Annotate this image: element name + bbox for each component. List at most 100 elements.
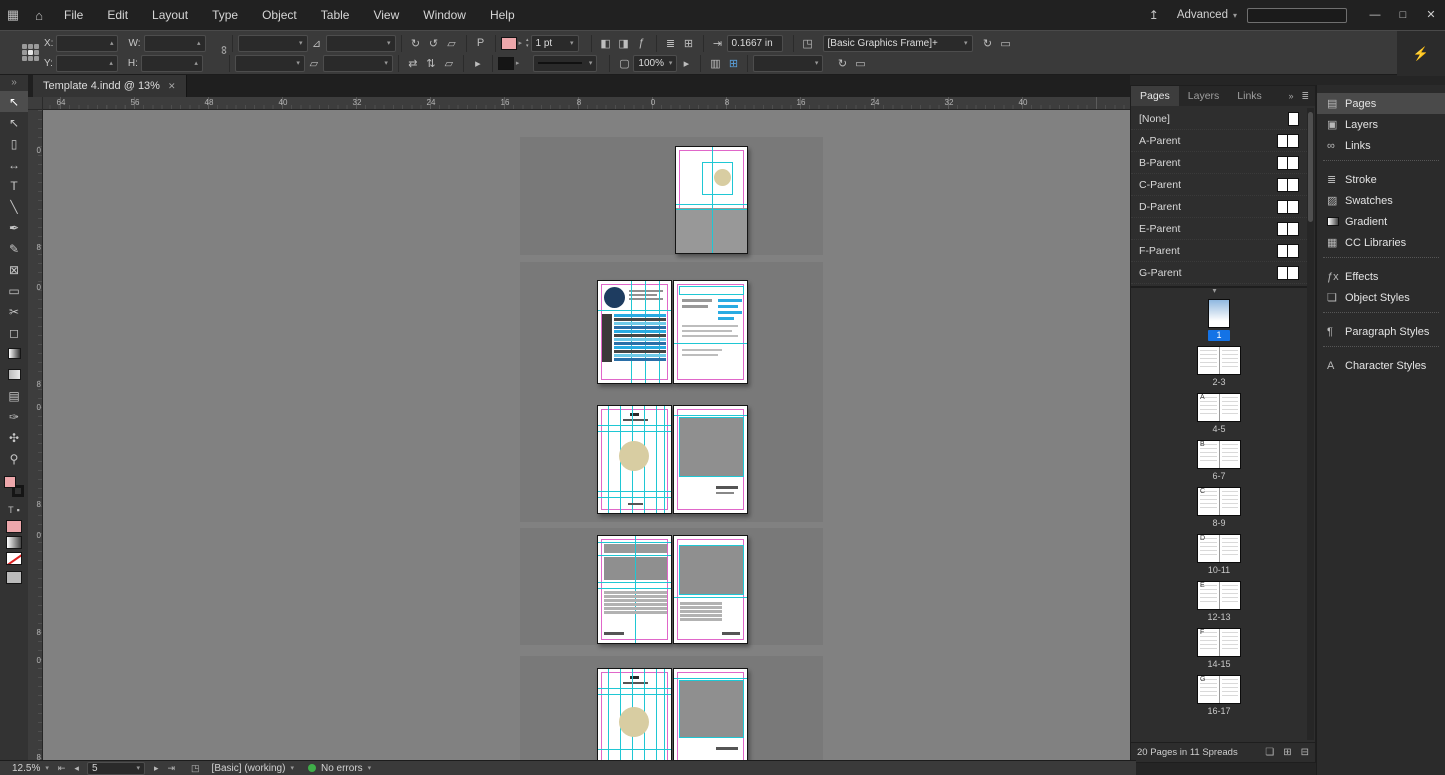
apply-none-button[interactable] — [6, 552, 22, 565]
horizontal-ruler[interactable]: 6456484032241680816243240 — [28, 97, 1130, 110]
stroke-caret-icon[interactable]: ▸ — [516, 59, 520, 67]
menu-item-window[interactable]: Window — [411, 0, 478, 30]
line-tool-icon[interactable]: ╲ — [0, 196, 28, 217]
stepper-icon[interactable]: ▴ — [107, 39, 114, 47]
apply-color-button[interactable] — [6, 520, 22, 533]
collapse-tools-icon[interactable]: » — [0, 75, 28, 91]
first-page-button[interactable]: ⇤ — [58, 763, 66, 774]
dock-item-paragraph-styles[interactable]: ¶Paragraph Styles — [1317, 321, 1445, 342]
caret-down-icon[interactable]: ▾ — [293, 59, 300, 67]
menu-item-layout[interactable]: Layout — [140, 0, 200, 30]
caret-down-icon[interactable]: ▾ — [296, 39, 303, 47]
flip-horizontal-icon[interactable]: ⇄ — [404, 57, 422, 70]
home-icon[interactable]: ⌂ — [26, 8, 52, 23]
gradient-feather-tool-icon[interactable] — [0, 364, 28, 385]
parent-page-row[interactable]: C-Parent — [1131, 174, 1307, 196]
next-page-button[interactable]: ▸ — [154, 763, 159, 774]
menu-item-table[interactable]: Table — [309, 0, 362, 30]
rotate-ccw-icon[interactable]: ↺ — [425, 37, 443, 50]
formatting-affects-container-icon[interactable]: ▪ — [17, 505, 20, 515]
preflight-menu-icon[interactable]: ◳ — [191, 763, 200, 774]
preflight-profile-dropdown[interactable]: [Basic] (working)▾ — [212, 763, 294, 774]
y-input[interactable]: ▴ — [56, 55, 118, 72]
stepper-icon[interactable]: ▴ — [194, 39, 201, 47]
page-tool-icon[interactable]: ▯ — [0, 133, 28, 154]
corner-options-icon[interactable]: ◳ — [799, 37, 817, 50]
document-page[interactable] — [597, 535, 672, 644]
rectangle-frame-tool-icon[interactable]: ⊠ — [0, 259, 28, 280]
apply-effect-icon[interactable]: ▸ — [677, 57, 695, 70]
x-input[interactable]: ▴ — [56, 35, 118, 52]
dock-item-stroke[interactable]: ≣Stroke — [1317, 169, 1445, 190]
caret-down-icon[interactable]: ▾ — [384, 39, 391, 47]
panel-tab-pages[interactable]: Pages — [1131, 86, 1179, 106]
distribute-icon[interactable]: ⊞ — [680, 37, 698, 50]
spread-label[interactable]: 4-5 — [1189, 424, 1249, 435]
select-content-icon[interactable]: ▸ — [469, 57, 487, 70]
pencil-tool-icon[interactable]: ✎ — [0, 238, 28, 259]
caret-down-icon[interactable]: ▾ — [586, 59, 593, 67]
gradient-tool-icon[interactable] — [0, 343, 28, 364]
style-override-icon[interactable]: ↻ — [979, 37, 997, 50]
ruler-origin-box[interactable] — [28, 97, 43, 110]
page-number-input[interactable]: 5▾ — [87, 762, 145, 775]
parent-page-row[interactable]: G-Parent — [1131, 262, 1307, 284]
apply-gradient-button[interactable] — [6, 536, 22, 549]
direct-selection-tool-icon[interactable]: ↖ — [0, 112, 28, 133]
stroke-swatch[interactable] — [498, 57, 514, 70]
edit-page-size-icon[interactable]: ❏ — [1265, 747, 1274, 758]
dock-item-links[interactable]: ∞Links — [1317, 135, 1445, 156]
spread-thumbnail[interactable]: F — [1197, 628, 1241, 657]
skew-icon[interactable]: ▱ — [443, 37, 461, 50]
panel-divider[interactable] — [1131, 286, 1307, 288]
gap-width-input[interactable]: 0.1667 in — [727, 35, 783, 52]
caret-down-icon[interactable]: ▾ — [567, 39, 574, 47]
spread-label[interactable]: 16-17 — [1189, 706, 1249, 717]
spread-label[interactable]: 8-9 — [1189, 518, 1249, 529]
parent-page-row[interactable]: E-Parent — [1131, 218, 1307, 240]
rectangle-tool-icon[interactable]: ▭ — [0, 280, 28, 301]
spread-thumbnail[interactable] — [1208, 299, 1230, 328]
parent-page-row[interactable]: F-Parent — [1131, 240, 1307, 262]
fill-stroke-widget[interactable] — [0, 473, 28, 503]
dock-item-object-styles[interactable]: ❏Object Styles — [1317, 287, 1445, 308]
maximize-button[interactable]: □ — [1389, 0, 1417, 30]
document-page[interactable] — [673, 535, 748, 644]
dock-item-cc-libraries[interactable]: ▦CC Libraries — [1317, 232, 1445, 253]
panel-tab-layers[interactable]: Layers — [1179, 86, 1229, 106]
eyedropper-tool-icon[interactable]: ✑ — [0, 406, 28, 427]
opacity-input[interactable]: 100%▾ — [633, 55, 677, 72]
hand-tool-icon[interactable]: ✣ — [0, 427, 28, 448]
panel-group-separator[interactable] — [1323, 346, 1439, 355]
spread-thumbnail[interactable]: B — [1197, 440, 1241, 469]
collapse-panel-icon[interactable]: » — [1288, 91, 1293, 102]
text-wrap-icon[interactable]: ▥ — [706, 57, 724, 70]
close-button[interactable]: ✕ — [1417, 0, 1445, 30]
menu-item-object[interactable]: Object — [250, 0, 309, 30]
stroke-style-dropdown[interactable]: ▾ — [533, 55, 597, 72]
stroke-weight-stepper[interactable]: ▴▾ — [526, 37, 529, 49]
clear-overrides-icon[interactable]: ▭ — [997, 37, 1015, 50]
document-tab[interactable]: Template 4.indd @ 13% ✕ — [33, 75, 187, 97]
grid-options-icon[interactable]: ⊞ — [724, 57, 742, 70]
object-style-dropdown[interactable]: [Basic Graphics Frame]+▾ — [823, 35, 973, 52]
gap-tool-icon[interactable]: ↔ — [0, 154, 28, 175]
dock-item-character-styles[interactable]: ACharacter Styles — [1317, 355, 1445, 376]
spread-label[interactable]: 2-3 — [1189, 377, 1249, 388]
rotation-angle-input[interactable]: ▾ — [326, 35, 396, 52]
scissors-tool-icon[interactable]: ✂ — [0, 301, 28, 322]
new-page-icon[interactable]: ⊞ — [1283, 747, 1291, 758]
parent-page-row[interactable]: [None] — [1131, 108, 1307, 130]
dock-item-effects[interactable]: ƒxEffects — [1317, 266, 1445, 287]
w-input[interactable]: ▴ — [144, 35, 206, 52]
scale-x-input[interactable]: ▾ — [238, 35, 308, 52]
spread-label[interactable]: 14-15 — [1189, 659, 1249, 670]
document-page[interactable] — [597, 405, 672, 514]
fill-caret-icon[interactable]: ▸ — [519, 39, 523, 47]
menu-item-help[interactable]: Help — [478, 0, 527, 30]
stepper-icon[interactable]: ▴ — [191, 59, 198, 67]
fill-swatch[interactable] — [501, 37, 517, 50]
panel-tab-links[interactable]: Links — [1228, 86, 1271, 106]
share-icon[interactable]: ↥ — [1141, 8, 1167, 22]
select-container-icon[interactable]: P — [472, 37, 490, 49]
